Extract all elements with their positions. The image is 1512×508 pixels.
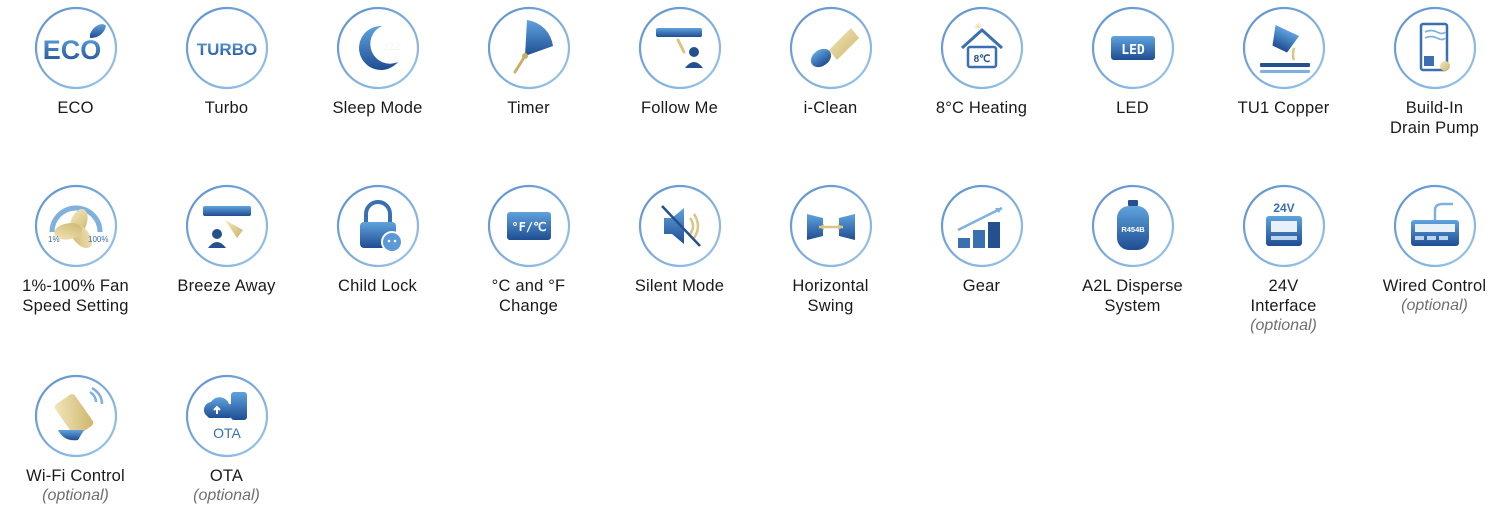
turbo-icon: TURBO: [185, 6, 268, 90]
feature-label: ECO: [57, 99, 94, 117]
feature-8c-heating: 8℃ ✳ 8°C Heating: [906, 0, 1057, 118]
feature-eco: ECO ECO: [0, 0, 151, 118]
feature-tu1-copper: TU1 Copper: [1208, 0, 1359, 118]
interface-24v-icon: 24V: [1242, 184, 1325, 268]
svg-text:LED: LED: [1121, 43, 1145, 58]
feature-label: Sleep Mode: [332, 99, 423, 117]
feature-label: TU1 Copper: [1237, 99, 1330, 117]
feature-label: Follow Me: [641, 99, 718, 117]
feature-label-line2: Swing: [807, 297, 854, 315]
i-clean-icon: [789, 6, 872, 90]
house-heating-icon: 8℃ ✳: [940, 6, 1023, 90]
feature-timer: Timer: [453, 0, 604, 118]
timer-fan-icon: [487, 6, 570, 90]
feature-label: Build-In: [1405, 99, 1464, 117]
feature-label: Breeze Away: [177, 277, 276, 295]
moon-sleep-icon: zZZ: [336, 6, 419, 90]
horizontal-swing-icon: [789, 184, 872, 268]
feature-i-clean: i-Clean: [755, 0, 906, 118]
svg-text:24V: 24V: [1273, 201, 1294, 215]
feature-drain-pump: Build-In Drain Pump: [1359, 0, 1510, 138]
optional-note: (optional): [1250, 317, 1317, 334]
feature-label-line2: Drain Pump: [1389, 119, 1480, 137]
svg-text:TURBO: TURBO: [196, 40, 256, 59]
svg-text:OTA: OTA: [213, 425, 241, 441]
feature-label: 24V: [1268, 277, 1299, 295]
feature-sleep-mode: zZZ Sleep Mode: [302, 0, 453, 118]
feature-label: Gear: [962, 277, 1001, 295]
feature-label: Wi-Fi Control: [26, 467, 125, 485]
speaker-mute-icon: [638, 184, 721, 268]
optional-note: (optional): [42, 487, 109, 504]
feature-label-line2: Interface: [1250, 297, 1317, 315]
eco-leaf-icon: ECO: [34, 6, 117, 90]
feature-breeze-away: Breeze Away: [151, 178, 302, 296]
copper-pour-icon: [1242, 6, 1325, 90]
feature-wifi-control: Wi-Fi Control (optional): [0, 368, 151, 506]
features-grid: ECO ECO TURBO Turbo zZZ Sleep Mode Timer: [0, 0, 1512, 508]
gas-cylinder-icon: R454B: [1091, 184, 1174, 268]
svg-text:R454B: R454B: [1121, 225, 1145, 234]
feature-temp-unit: °F/℃ °C and °F Change: [453, 178, 604, 316]
follow-me-icon: [638, 6, 721, 90]
svg-text:1%: 1%: [48, 235, 60, 244]
feature-label: OTA: [209, 467, 244, 485]
feature-silent-mode: Silent Mode: [604, 178, 755, 296]
drain-pump-icon: [1393, 6, 1476, 90]
optional-note: (optional): [1401, 297, 1468, 314]
breeze-away-icon: [185, 184, 268, 268]
fan-speed-icon: 1% 100%: [34, 184, 117, 268]
svg-text:ECO: ECO: [42, 35, 101, 65]
svg-text:zZZ: zZZ: [384, 42, 401, 53]
feature-label-line2: Change: [499, 297, 558, 315]
feature-24v-interface: 24V 24V Interface (optional): [1208, 178, 1359, 336]
wired-control-icon: [1393, 184, 1476, 268]
feature-label: Wired Control: [1382, 277, 1487, 295]
feature-label: Horizontal: [792, 277, 869, 295]
feature-label: 8°C Heating: [935, 99, 1028, 117]
feature-label: LED: [1116, 99, 1149, 117]
feature-label: Timer: [507, 99, 550, 117]
wifi-phone-icon: [34, 374, 117, 458]
ota-cloud-phone-icon: OTA: [185, 374, 268, 458]
feature-label: 1%-100% Fan: [22, 277, 129, 295]
feature-fan-speed: 1% 100% 1%-100% Fan Speed Setting: [0, 178, 151, 316]
feature-label: Turbo: [204, 99, 249, 117]
feature-horizontal-swing: Horizontal Swing: [755, 178, 906, 316]
optional-note: (optional): [193, 487, 260, 504]
feature-follow-me: Follow Me: [604, 0, 755, 118]
svg-text:8℃: 8℃: [973, 54, 990, 65]
svg-text:100%: 100%: [88, 235, 108, 244]
led-display-icon: LED: [1091, 6, 1174, 90]
feature-label: °C and °F: [491, 277, 566, 295]
feature-label-line2: System: [1104, 297, 1161, 315]
temp-unit-icon: °F/℃: [487, 184, 570, 268]
svg-text:°F/℃: °F/℃: [511, 220, 546, 234]
feature-turbo: TURBO Turbo: [151, 0, 302, 118]
svg-text:✳: ✳: [974, 22, 982, 33]
feature-a2l-disperse: R454B A2L Disperse System: [1057, 178, 1208, 316]
feature-child-lock: Child Lock: [302, 178, 453, 296]
feature-led: LED LED: [1057, 0, 1208, 118]
feature-label: Silent Mode: [634, 277, 725, 295]
feature-gear: Gear: [906, 178, 1057, 296]
feature-ota: OTA OTA (optional): [151, 368, 302, 506]
gear-bars-icon: [940, 184, 1023, 268]
feature-label: Child Lock: [337, 277, 418, 295]
feature-label-line2: Speed Setting: [22, 297, 129, 315]
child-lock-icon: [336, 184, 419, 268]
feature-label: A2L Disperse: [1082, 277, 1183, 295]
feature-label: i-Clean: [803, 99, 858, 117]
feature-wired-control: Wired Control (optional): [1359, 178, 1510, 316]
